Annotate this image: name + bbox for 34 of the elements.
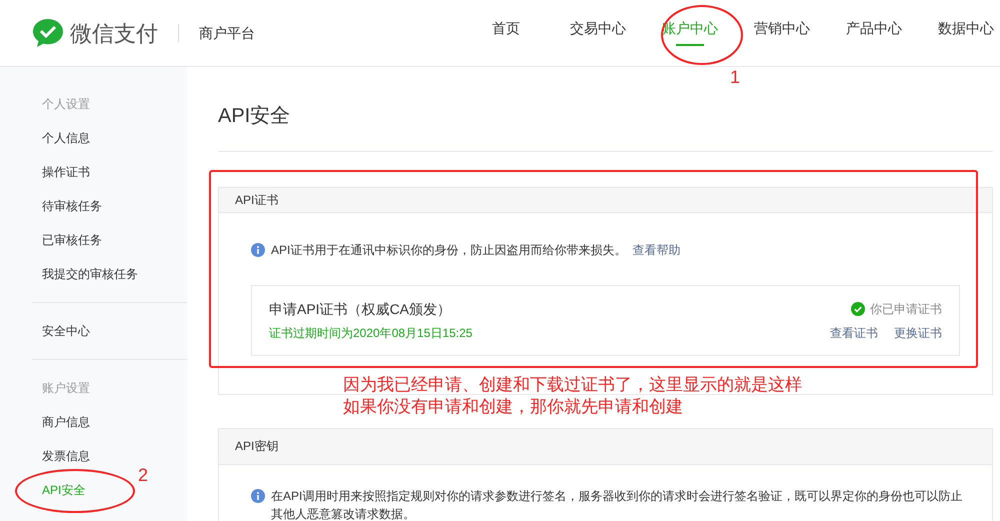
- sidebar-item[interactable]: 个人信息: [32, 121, 100, 155]
- sidebar-item[interactable]: 操作证书: [32, 155, 100, 189]
- sidebar-item[interactable]: 我提交的审核任务: [32, 257, 148, 291]
- info-icon: [251, 243, 265, 257]
- panel-header: API密钥: [219, 429, 992, 465]
- action-link[interactable]: 查看证书: [830, 324, 878, 342]
- nav-tab[interactable]: 产品中心: [828, 16, 920, 50]
- sidebar-item[interactable]: 待审核任务: [32, 189, 112, 223]
- sidebar-group-title: 账户设置: [41, 380, 91, 397]
- annotation-note: 因为我已经申请、创建和下载过证书了，这里显示的就是这样: [343, 374, 802, 396]
- panel-header: API证书: [219, 188, 992, 213]
- card-title: 申请API证书（权威CA颁发）: [269, 300, 452, 319]
- platform-name: 商户平台: [199, 24, 255, 42]
- info-text: API证书用于在通讯中标识你的身份，防止因盗用而给你带来损失。: [271, 242, 626, 259]
- annotation-number: 1: [730, 66, 740, 89]
- nav-tab[interactable]: 营销中心: [736, 16, 828, 50]
- info-icon: [251, 489, 265, 503]
- nav-tab[interactable]: 首页: [460, 16, 552, 50]
- logo-icon: [32, 18, 64, 48]
- annotation-number: 2: [138, 464, 148, 487]
- nav-tab[interactable]: 数据中心: [920, 16, 1000, 50]
- nav-tab[interactable]: 交易中心: [552, 16, 644, 50]
- help-link[interactable]: 查看帮助: [632, 241, 680, 259]
- annotation-note: 如果你没有申请和创建，那你就先申请和创建: [343, 396, 684, 418]
- expiry-text: 证书过期时间为2020年08月15日15:25: [269, 325, 472, 342]
- sidebar-item[interactable]: 安全中心: [32, 314, 100, 348]
- status-text: 你已申请证书: [870, 300, 942, 318]
- sidebar-group-title: 个人设置: [41, 96, 91, 113]
- action-link[interactable]: 更换证书: [894, 324, 942, 342]
- info-text: 在API调用时用来按照指定规则对你的请求参数进行签名，服务器收到你的请求时会进行签名验证，既可以界定你的身份也可以防止其他人恶意篡改请求数据。: [271, 488, 964, 521]
- sidebar-item[interactable]: 发票信息: [32, 439, 100, 473]
- sidebar-item[interactable]: 已审核任务: [32, 223, 112, 257]
- sidebar-item[interactable]: 商户信息: [32, 405, 100, 439]
- brand-name: 微信支付: [70, 20, 158, 48]
